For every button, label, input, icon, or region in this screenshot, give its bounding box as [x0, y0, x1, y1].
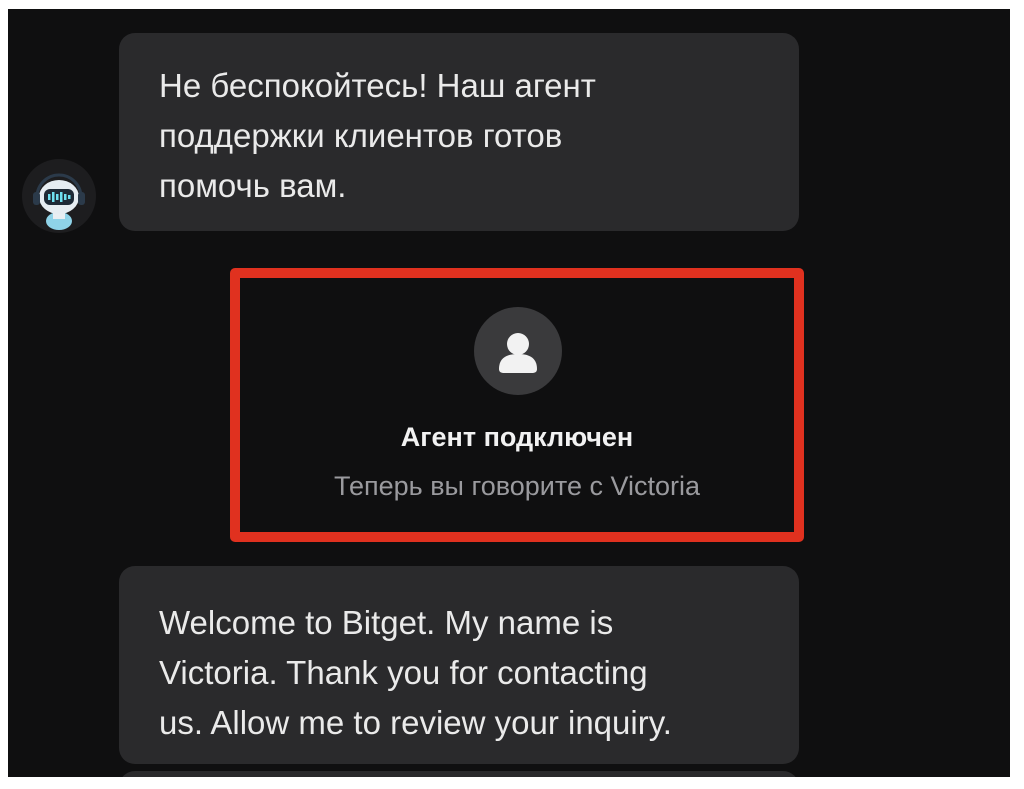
agent-connected-notice: Агент подключен Теперь вы говорите с Vic…	[230, 268, 804, 542]
message-line: Victoria. Thank you for contacting	[159, 654, 648, 691]
message-line: поддержки клиентов готов	[159, 117, 563, 154]
notice-subtitle: Теперь вы говорите с Victoria	[333, 471, 701, 501]
next-message-bubble	[119, 771, 799, 777]
user-silhouette-icon	[499, 333, 537, 373]
robot-headset-icon	[33, 173, 85, 230]
agent-message-text: Welcome to Bitget. My name is Victoria. …	[159, 598, 761, 748]
bot-message-bubble: Не беспокойтесь! Наш агент поддержки кли…	[119, 33, 799, 231]
message-line: Welcome to Bitget. My name is	[159, 604, 614, 641]
message-line: помочь вам.	[159, 167, 347, 204]
notice-title: Агент подключен	[400, 422, 634, 452]
agent-message-bubble: Welcome to Bitget. My name is Victoria. …	[119, 566, 799, 764]
bot-avatar	[22, 159, 96, 233]
chat-window: Не беспокойтесь! Наш агент поддержки кли…	[8, 9, 1010, 777]
message-line: Не беспокойтесь! Наш агент	[159, 67, 596, 104]
bot-message-text: Не беспокойтесь! Наш агент поддержки кли…	[159, 61, 761, 211]
message-line: us. Allow me to review your inquiry.	[159, 704, 672, 741]
agent-avatar	[474, 307, 562, 395]
